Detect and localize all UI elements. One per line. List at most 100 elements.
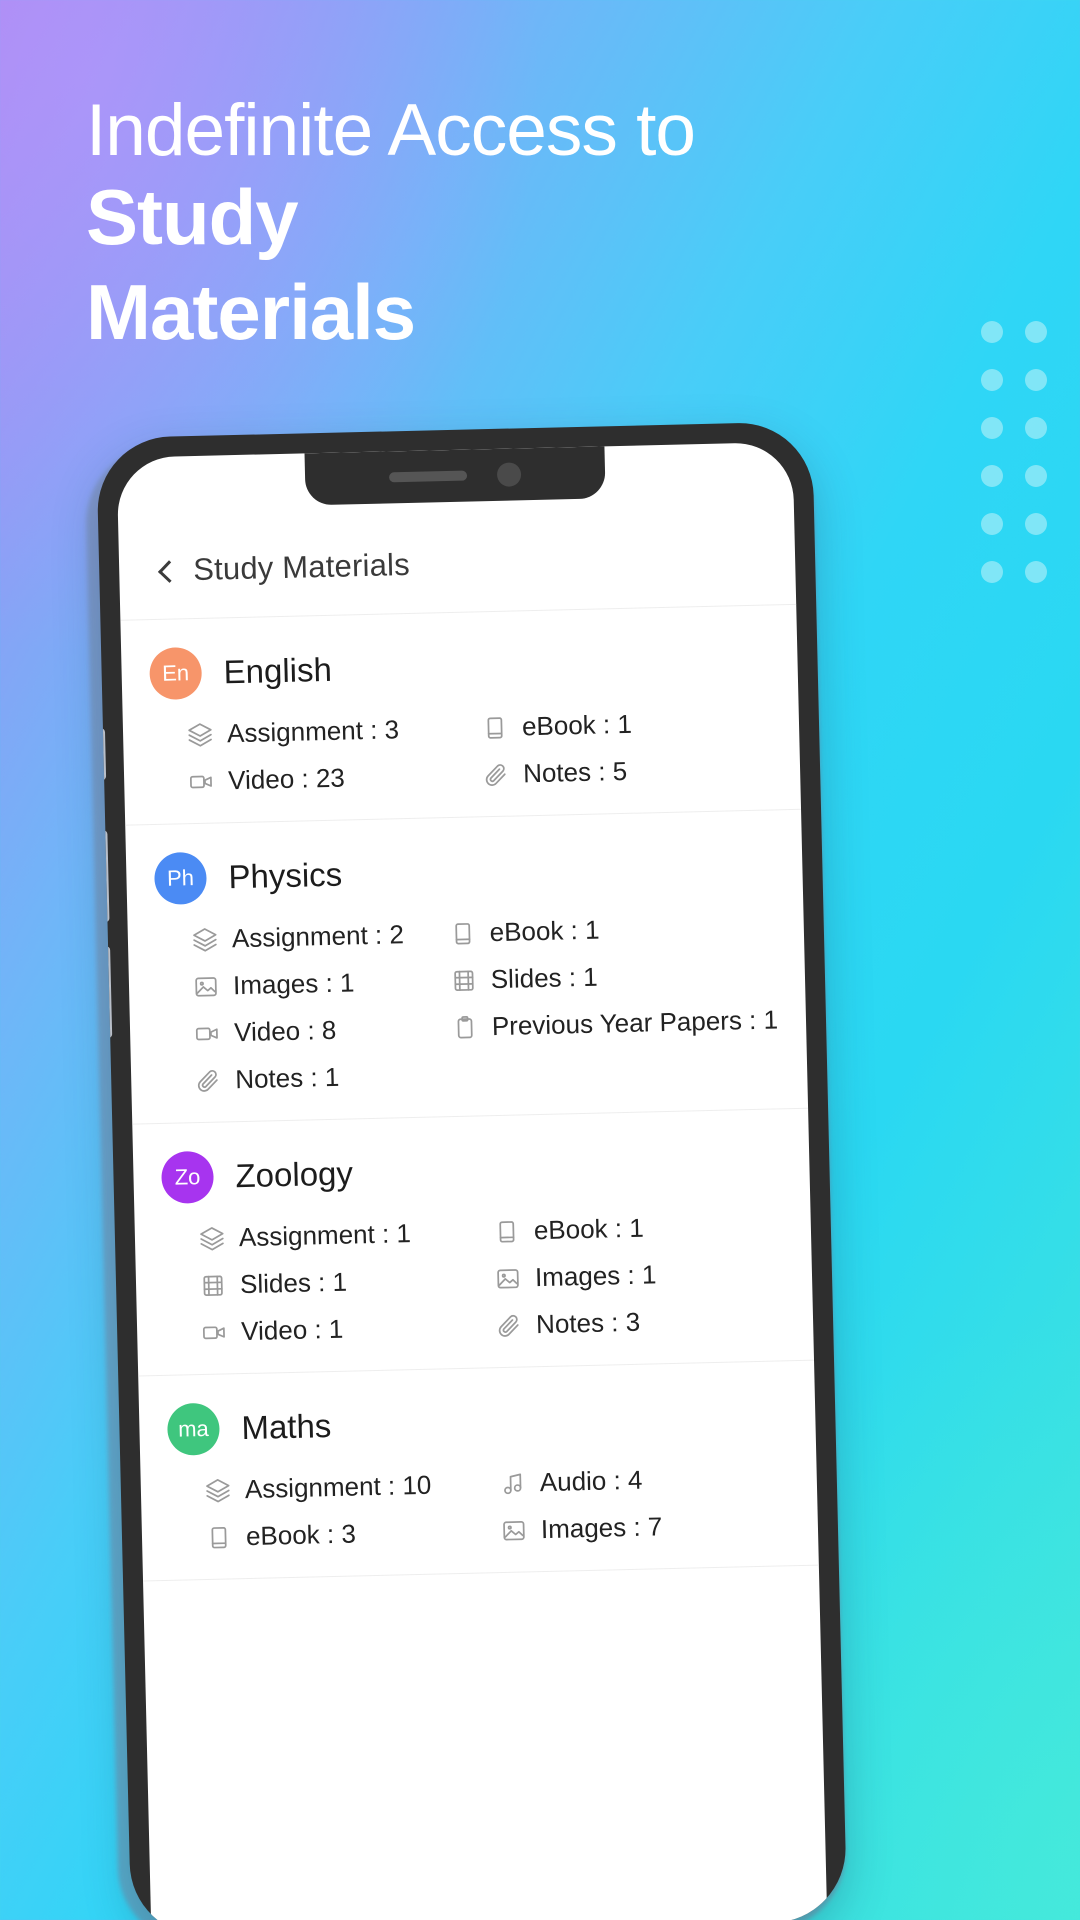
image-icon bbox=[495, 1265, 522, 1292]
decorative-dot bbox=[981, 417, 1003, 439]
material-count-item[interactable]: Assignment : 1 bbox=[199, 1216, 489, 1254]
material-count-label: Video : 8 bbox=[233, 1014, 337, 1048]
material-count-item[interactable]: eBook : 3 bbox=[206, 1515, 496, 1553]
material-count-item[interactable]: Video : 23 bbox=[188, 759, 478, 797]
material-count-item[interactable]: Assignment : 10 bbox=[205, 1468, 495, 1506]
subject-card[interactable]: ma Maths Assignment : 10 Audio : 4 eBook : 3… bbox=[138, 1360, 819, 1582]
decorative-dot bbox=[981, 369, 1003, 391]
material-count-label: eBook : 3 bbox=[245, 1518, 357, 1552]
book-icon bbox=[482, 714, 509, 741]
decorative-dot bbox=[1025, 513, 1047, 535]
promo-headline-line2: Study bbox=[86, 173, 299, 262]
material-count-label: Notes : 1 bbox=[234, 1061, 340, 1095]
avatar: Zo bbox=[160, 1150, 215, 1204]
promo-headline-line3: Materials bbox=[86, 268, 416, 357]
material-count-item[interactable]: Images : 1 bbox=[193, 965, 445, 1002]
subject-header: ma Maths bbox=[166, 1389, 788, 1456]
material-count-label: Video : 1 bbox=[240, 1313, 344, 1347]
subject-header: En English bbox=[149, 633, 770, 701]
material-count-label: eBook : 1 bbox=[533, 1212, 645, 1246]
material-count-item[interactable]: eBook : 1 bbox=[482, 705, 772, 743]
material-count-label: Assignment : 1 bbox=[238, 1218, 412, 1253]
material-counts-grid: Assignment : 3 eBook : 1 Video : 23 Notes :… bbox=[151, 705, 773, 798]
material-count-item[interactable]: Audio : 4 bbox=[499, 1461, 789, 1499]
material-count-item[interactable]: Assignment : 2 bbox=[192, 918, 444, 955]
material-count-item[interactable]: Video : 1 bbox=[201, 1310, 491, 1348]
avatar: Ph bbox=[153, 851, 208, 906]
audio-icon bbox=[500, 1470, 527, 1497]
image-icon bbox=[501, 1517, 528, 1544]
material-count-item[interactable]: Notes : 5 bbox=[483, 752, 773, 790]
material-count-item[interactable]: Assignment : 3 bbox=[187, 712, 477, 750]
paperclip-icon bbox=[496, 1312, 523, 1339]
material-count-label: Notes : 5 bbox=[522, 755, 628, 789]
image-icon bbox=[193, 973, 220, 1000]
video-icon bbox=[188, 768, 215, 795]
front-camera-icon bbox=[496, 462, 522, 487]
material-count-label: Assignment : 3 bbox=[226, 714, 400, 749]
promo-headline: Indefinite Access to Study Materials bbox=[86, 90, 946, 360]
decorative-dot bbox=[981, 321, 1003, 343]
avatar: En bbox=[149, 646, 203, 701]
material-count-label: Previous Year Papers : 1 bbox=[491, 1004, 779, 1042]
material-count-item[interactable]: eBook : 1 bbox=[494, 1209, 784, 1247]
material-count-label: eBook : 1 bbox=[521, 708, 633, 742]
layers-icon bbox=[199, 1225, 226, 1252]
phone-notch bbox=[304, 446, 606, 506]
slides-icon bbox=[200, 1272, 227, 1299]
book-icon bbox=[449, 920, 476, 947]
material-count-label: Images : 7 bbox=[540, 1511, 663, 1545]
phone-frame: Study Materials En English Assignment : 3 e… bbox=[96, 421, 848, 1920]
material-count-label: Images : 1 bbox=[534, 1259, 657, 1293]
paperclip-icon bbox=[483, 761, 510, 788]
subject-card[interactable]: Zo Zoology Assignment : 1 eBook : 1 Slides :… bbox=[132, 1108, 815, 1377]
video-icon bbox=[201, 1319, 228, 1346]
subject-name: Zoology bbox=[235, 1154, 354, 1195]
material-count-label: Slides : 1 bbox=[239, 1266, 348, 1300]
decorative-dot bbox=[1025, 369, 1047, 391]
material-counts-grid: Assignment : 2 eBook : 1 Images : 1 Slides … bbox=[156, 910, 780, 1097]
material-count-item[interactable]: Slides : 1 bbox=[200, 1263, 490, 1301]
decorative-dot bbox=[1025, 561, 1047, 583]
material-count-item[interactable]: Notes : 1 bbox=[195, 1059, 447, 1096]
subject-name: Physics bbox=[228, 855, 343, 896]
phone-mockup: Study Materials En English Assignment : 3 e… bbox=[78, 421, 853, 1920]
decorative-dot bbox=[981, 465, 1003, 487]
dot-grid-decoration bbox=[970, 308, 1058, 596]
material-count-item[interactable]: Images : 1 bbox=[495, 1256, 785, 1294]
avatar: ma bbox=[166, 1402, 221, 1456]
material-counts-grid: Assignment : 10 Audio : 4 eBook : 3 Images … bbox=[169, 1461, 791, 1554]
decorative-dot bbox=[981, 561, 1003, 583]
page-title: Study Materials bbox=[192, 546, 411, 588]
material-count-item[interactable]: eBook : 1 bbox=[449, 910, 776, 949]
material-count-item[interactable]: Notes : 3 bbox=[496, 1303, 786, 1341]
material-count-item[interactable]: Images : 7 bbox=[501, 1508, 791, 1546]
phone-screen: Study Materials En English Assignment : 3 e… bbox=[116, 441, 828, 1920]
material-count-label: Assignment : 2 bbox=[231, 919, 405, 954]
subject-header: Ph Physics bbox=[153, 838, 775, 906]
material-count-item[interactable]: Previous Year Papers : 1 bbox=[452, 1004, 779, 1043]
decorative-dot bbox=[1025, 321, 1047, 343]
material-count-label: Video : 23 bbox=[227, 762, 346, 796]
video-icon bbox=[194, 1020, 221, 1047]
earpiece-speaker bbox=[388, 470, 468, 483]
subject-card[interactable]: Ph Physics Assignment : 2 eBook : 1 Images :… bbox=[125, 809, 809, 1125]
material-count-item[interactable]: Slides : 1 bbox=[450, 957, 777, 996]
subject-card[interactable]: En English Assignment : 3 eBook : 1 Video : … bbox=[120, 604, 802, 826]
material-count-item[interactable]: Video : 8 bbox=[194, 1012, 446, 1049]
book-icon bbox=[206, 1524, 233, 1551]
layers-icon bbox=[187, 721, 214, 748]
clipboard-icon bbox=[452, 1014, 479, 1041]
decorative-dot bbox=[1025, 417, 1047, 439]
promo-headline-line1: Indefinite Access to bbox=[86, 90, 696, 171]
slides-icon bbox=[450, 967, 477, 994]
material-count-label: Audio : 4 bbox=[539, 1464, 643, 1498]
subject-header: Zo Zoology bbox=[160, 1137, 782, 1204]
chevron-left-icon[interactable] bbox=[155, 560, 175, 580]
material-count-label: Assignment : 10 bbox=[244, 1469, 432, 1505]
paperclip-icon bbox=[195, 1067, 222, 1094]
material-count-label: Slides : 1 bbox=[490, 961, 599, 995]
subject-name: English bbox=[223, 650, 333, 691]
material-count-label: eBook : 1 bbox=[489, 914, 600, 948]
material-counts-grid: Assignment : 1 eBook : 1 Slides : 1 Images … bbox=[163, 1209, 786, 1349]
